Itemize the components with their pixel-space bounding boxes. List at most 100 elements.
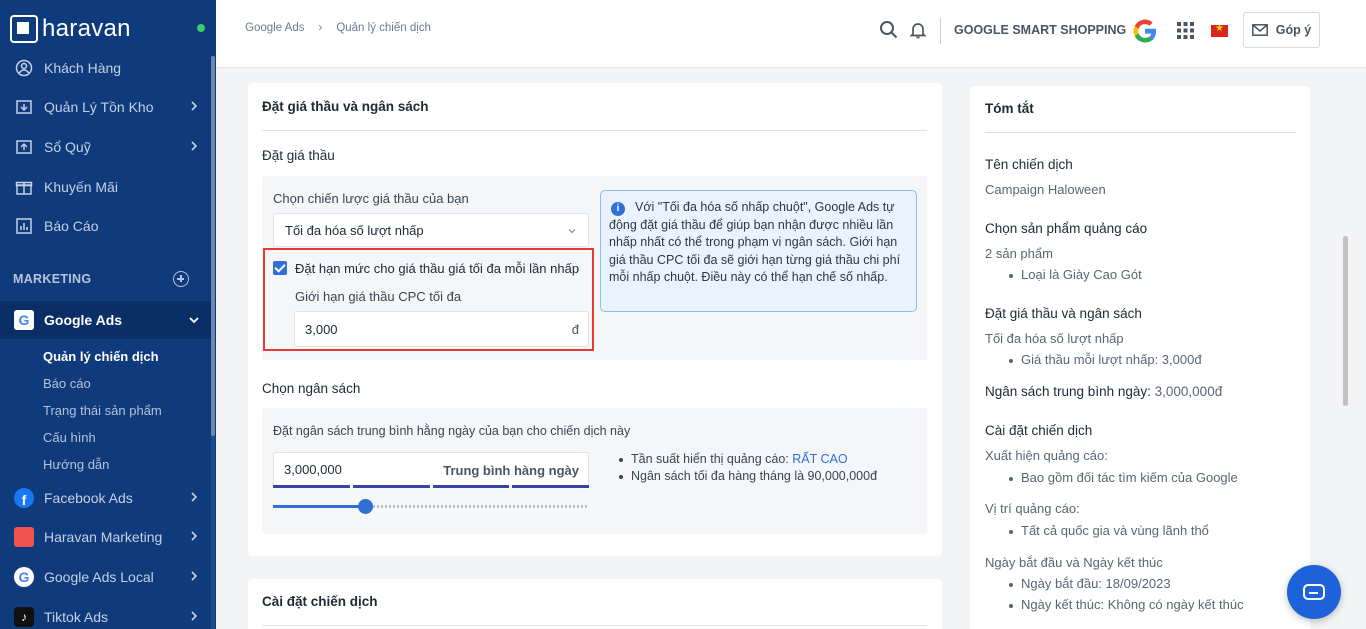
summary-bid-heading: Đặt giá thầu và ngân sách [985,306,1142,321]
budget-slider-handle[interactable] [358,499,373,514]
summary-appear-item: Bao gồm đối tác tìm kiếm của Google [1009,470,1238,485]
sidebar-item-google-ads-local[interactable]: G Google Ads Local [0,559,211,595]
sidebar-item-customers[interactable]: Khách Hàng [0,50,211,86]
bid-strategy-select[interactable]: Tối đa hóa số lượt nhấp [273,213,589,247]
section-label: MARKETING [13,272,92,286]
haravan-marketing-icon [14,527,34,547]
chat-button[interactable] [1287,565,1341,619]
sidebar-item-tiktok-ads[interactable]: ♪ Tiktok Ads [0,599,211,629]
mail-icon [1251,24,1268,36]
search-icon[interactable] [879,20,899,40]
summary-bid-item: Giá thầu mỗi lượt nhấp: 3,000đ [1009,352,1202,367]
breadcrumb-google-ads[interactable]: Google Ads [245,22,304,34]
sidebar-item-google-ads[interactable]: G Google Ads [0,301,211,339]
feedback-label: Góp ý [1275,23,1312,37]
chevron-right-icon [191,611,198,621]
sidebar: haravan Khách Hàng Quản Lý Tồn Kho Sổ Qu… [0,0,216,629]
bid-section-title: Đặt giá thầu [262,148,335,163]
summary-settings-heading: Cài đặt chiến dịch [985,423,1093,438]
sidebar-item-facebook-ads[interactable]: f Facebook Ads [0,480,211,516]
budget-info-list: Tần suất hiển thị quảng cáo: RẤT CAO Ngâ… [618,451,877,485]
summary-daily-heading: Ngân sách trung bình ngày: [985,384,1151,399]
header-divider [940,18,941,44]
haravan-logo-icon [10,15,38,43]
sub-item-reports[interactable]: Báo cáo [43,376,91,391]
sidebar-item-label: Facebook Ads [44,490,133,506]
page-scrollbar-thumb[interactable] [1343,236,1348,406]
sidebar-item-inventory[interactable]: Quản Lý Tồn Kho [0,89,211,125]
summary-end-date: Ngày kết thúc: Không có ngày kết thúc [1009,597,1244,612]
summary-name-heading: Tên chiến dịch [985,157,1073,172]
sidebar-item-promotions[interactable]: Khuyến Mãi [0,169,211,205]
chevron-right-icon [191,141,198,151]
summary-title: Tóm tắt [985,101,1034,116]
currency-suffix: đ [571,322,579,337]
divider [262,625,927,626]
top-header: Google Ads › Quản lý chiến dịch GOOGLE SMA… [216,0,1366,68]
info-text: Với "Tối đa hóa số nhấp chuột", Google A… [609,200,901,284]
sidebar-item-reports[interactable]: Báo Cáo [0,208,211,244]
bar-chart-icon [14,216,34,236]
daily-budget-suffix: Trung bình hàng ngày [443,463,579,478]
cpc-limit-input[interactable]: 3,000 đ [294,311,589,347]
max-bid-checkbox[interactable] [273,261,287,275]
strategy-label: Chọn chiến lược giá thầu của bạn [273,191,469,206]
bell-icon[interactable] [908,20,928,40]
chevron-right-icon [191,571,198,581]
chevron-right-icon [191,101,198,111]
max-bid-checkbox-label: Đặt hạn mức cho giá thầu giá tối đa mỗi … [295,261,580,276]
sidebar-item-label: Google Ads [44,312,123,328]
feedback-button[interactable]: Góp ý [1243,12,1320,48]
apps-grid-icon[interactable] [1177,22,1194,39]
daily-budget-input[interactable]: 3,000,000 Trung bình hàng ngày [273,452,589,486]
sub-item-product-status[interactable]: Trạng thái sản phẩm [43,403,162,418]
google-icon: G [14,567,34,587]
sidebar-scrollbar-thumb[interactable] [211,56,215,436]
sidebar-item-label: Google Ads Local [44,569,154,585]
sidebar-item-label: Quản Lý Tồn Kho [44,99,154,115]
chevron-right-icon [191,492,198,502]
box-icon [14,97,34,117]
sidebar-item-label: Tiktok Ads [44,609,109,625]
summary-start-date: Ngày bắt đầu: 18/09/2023 [1009,576,1171,591]
chevron-down-icon [568,229,576,234]
tiktok-icon: ♪ [14,607,34,627]
cpc-limit-value: 3,000 [305,322,338,337]
frequency-label: Tần suất hiển thị quảng cáo: [631,452,789,466]
info-callout: i Với "Tối đa hóa số nhấp chuột", Google… [600,190,917,312]
online-status-dot [197,24,205,32]
frequency-value: RẤT CAO [792,452,848,466]
bidding-card-title: Đặt giá thầu và ngân sách [262,99,429,114]
sidebar-item-label: Haravan Marketing [44,529,163,545]
budget-slider-fill [273,505,366,508]
gift-icon [14,177,34,197]
sub-item-settings[interactable]: Cấu hình [43,430,96,445]
summary-product-value: 2 sản phẩm [985,246,1053,261]
summary-product-item: Loại là Giày Cao Gót [1009,267,1142,282]
chevron-down-icon [189,317,199,324]
budget-input-underline [273,485,589,488]
summary-appear-heading: Xuất hiện quảng cáo: [985,448,1108,463]
sub-item-campaigns[interactable]: Quản lý chiến dịch [43,349,159,364]
add-channel-icon[interactable] [173,271,189,287]
vietnam-flag-icon[interactable] [1211,23,1228,37]
sub-item-guide[interactable]: Hướng dẫn [43,457,109,472]
google-icon: G [14,310,34,330]
sidebar-item-cashbook[interactable]: Sổ Quỹ [0,129,211,165]
summary-location-item: Tất cả quốc gia và vùng lãnh thổ [1009,523,1209,538]
chat-icon [1303,584,1325,600]
brand-name: haravan [42,15,131,42]
chevron-right-icon [191,531,198,541]
google-logo-icon [1133,19,1156,43]
summary-name-value: Campaign Haloween [985,182,1106,197]
sidebar-item-label: Khách Hàng [44,60,122,76]
summary-location-heading: Vị trí quảng cáo: [985,501,1080,516]
sidebar-item-label: Khuyến Mãi [44,179,118,195]
sidebar-item-haravan-marketing[interactable]: Haravan Marketing [0,519,211,555]
summary-dates-heading: Ngày bắt đầu và Ngày kết thúc [985,555,1163,570]
summary-daily-value: 3,000,000đ [1154,384,1223,399]
breadcrumb-current[interactable]: Quản lý chiến dịch [336,22,431,34]
summary-bid-value: Tối đa hóa số lượt nhấp [985,331,1124,346]
haravan-logo[interactable]: haravan [10,14,131,44]
campaign-card-title: Cài đặt chiến dịch [262,594,378,609]
